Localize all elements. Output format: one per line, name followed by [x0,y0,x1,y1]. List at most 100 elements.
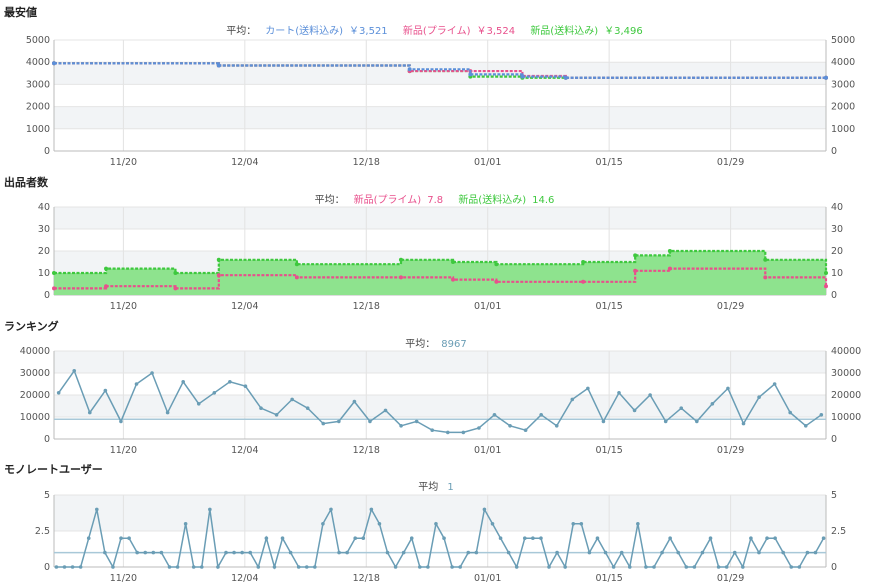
users-point [272,565,277,569]
sellers-point-0 [667,266,672,271]
price-band [54,106,826,129]
users-point [732,550,737,555]
ranking-x-tick-label: 01/15 [595,445,622,456]
price-x-tick-label: 01/01 [474,157,501,168]
users-point [54,565,59,569]
users-point [78,565,83,569]
sellers-y-tick-label-left: 0 [44,290,50,301]
users-point [587,550,592,555]
ranking-point [134,382,139,386]
price-x-tick-label: 11/20 [110,157,137,168]
users-point [773,536,777,540]
sellers-x-tick-label: 01/29 [717,301,744,312]
users-point [135,550,139,555]
users-point [103,550,107,555]
sellers-point-1 [216,257,221,262]
users-point [337,550,341,555]
sellers-y-tick-label-left: 30 [38,224,50,235]
users-point [167,565,172,569]
sellers-point-1 [104,266,109,271]
users-point [321,522,325,526]
ranking-point [119,419,123,424]
ranking-y-tick-label-right: 30000 [831,368,861,379]
users-point [232,550,236,555]
sellers-point-0 [494,279,499,284]
users-point [442,536,446,540]
users-point [208,507,212,512]
users-point [555,550,559,555]
users-point [385,550,390,555]
users-point [603,550,608,555]
sellers-point-1 [633,253,638,258]
users-point [393,565,398,569]
users-point [547,565,551,569]
ranking-point [570,397,575,402]
users-point [94,507,99,512]
users-section: モノレートユーザー 平均 1 11/20 12/04 12/18 01/01 01/15… [0,461,872,587]
users-point [256,565,261,569]
sellers-x-tick-label: 01/15 [595,301,622,312]
ranking-x-tick-label: 12/04 [231,445,258,456]
ranking-point [648,393,652,397]
sellers-point-1 [824,271,828,275]
price-point-0 [407,67,412,72]
ranking-y-tick-label-left: 40000 [20,346,50,357]
sellers-point-0 [173,286,178,291]
price-y-tick-label-right: 1000 [831,124,855,135]
ranking-point [243,384,248,388]
users-point [62,565,67,569]
ranking-point [523,428,528,432]
users-y-tick-label-right: 2.5 [831,526,846,537]
price-y-tick-label-left: 0 [44,146,50,157]
ranking-point [741,421,746,426]
users-point [86,536,91,540]
ranking-y-tick-label-right: 40000 [831,346,861,357]
ranking-point [414,419,419,424]
users-point [627,565,632,569]
users-point [353,536,358,540]
ranking-y-tick-label-right: 0 [831,434,837,445]
ranking-y-tick-label-left: 10000 [20,412,50,423]
users-point [264,536,269,540]
price-point-0 [563,75,568,80]
users-point [288,550,293,555]
ranking-point [554,424,559,428]
ranking-point [430,428,435,432]
ranking-point [695,419,699,424]
sellers-band [54,207,826,229]
users-point [789,565,794,569]
ranking-x-tick-label: 12/18 [353,445,380,456]
ranking-point [663,419,668,424]
users-point [450,565,454,569]
users-point [183,522,188,526]
users-point [708,536,713,540]
users-y-tick-label-right: 0 [831,562,837,573]
users-x-tick-label: 12/04 [231,573,258,584]
users-point [313,565,317,569]
ranking-y-tick-label-left: 0 [44,434,50,445]
sellers-x-tick-label: 11/20 [110,301,137,312]
sellers-point-0 [581,279,586,284]
ranking-point [586,386,590,391]
users-point [749,536,753,540]
ranking-point [352,399,357,404]
users-point [119,536,123,540]
sellers-x-tick-label: 12/18 [353,301,380,312]
price-x-tick-label: 12/18 [353,157,380,168]
users-point [369,507,374,512]
ranking-point [305,406,310,410]
users-point [506,550,511,555]
ranking-point [56,391,61,395]
price-y-tick-label-right: 4000 [831,57,855,68]
users-point [466,550,471,555]
users-x-tick-label: 01/29 [717,573,744,584]
users-point [781,550,786,555]
users-point [280,536,285,540]
users-point [797,565,802,569]
users-point [700,550,705,555]
sellers-x-tick-label: 01/01 [474,301,501,312]
users-point [474,550,479,555]
price-y-tick-label-right: 0 [831,146,837,157]
users-point [579,522,584,526]
ranking-point [477,426,481,430]
